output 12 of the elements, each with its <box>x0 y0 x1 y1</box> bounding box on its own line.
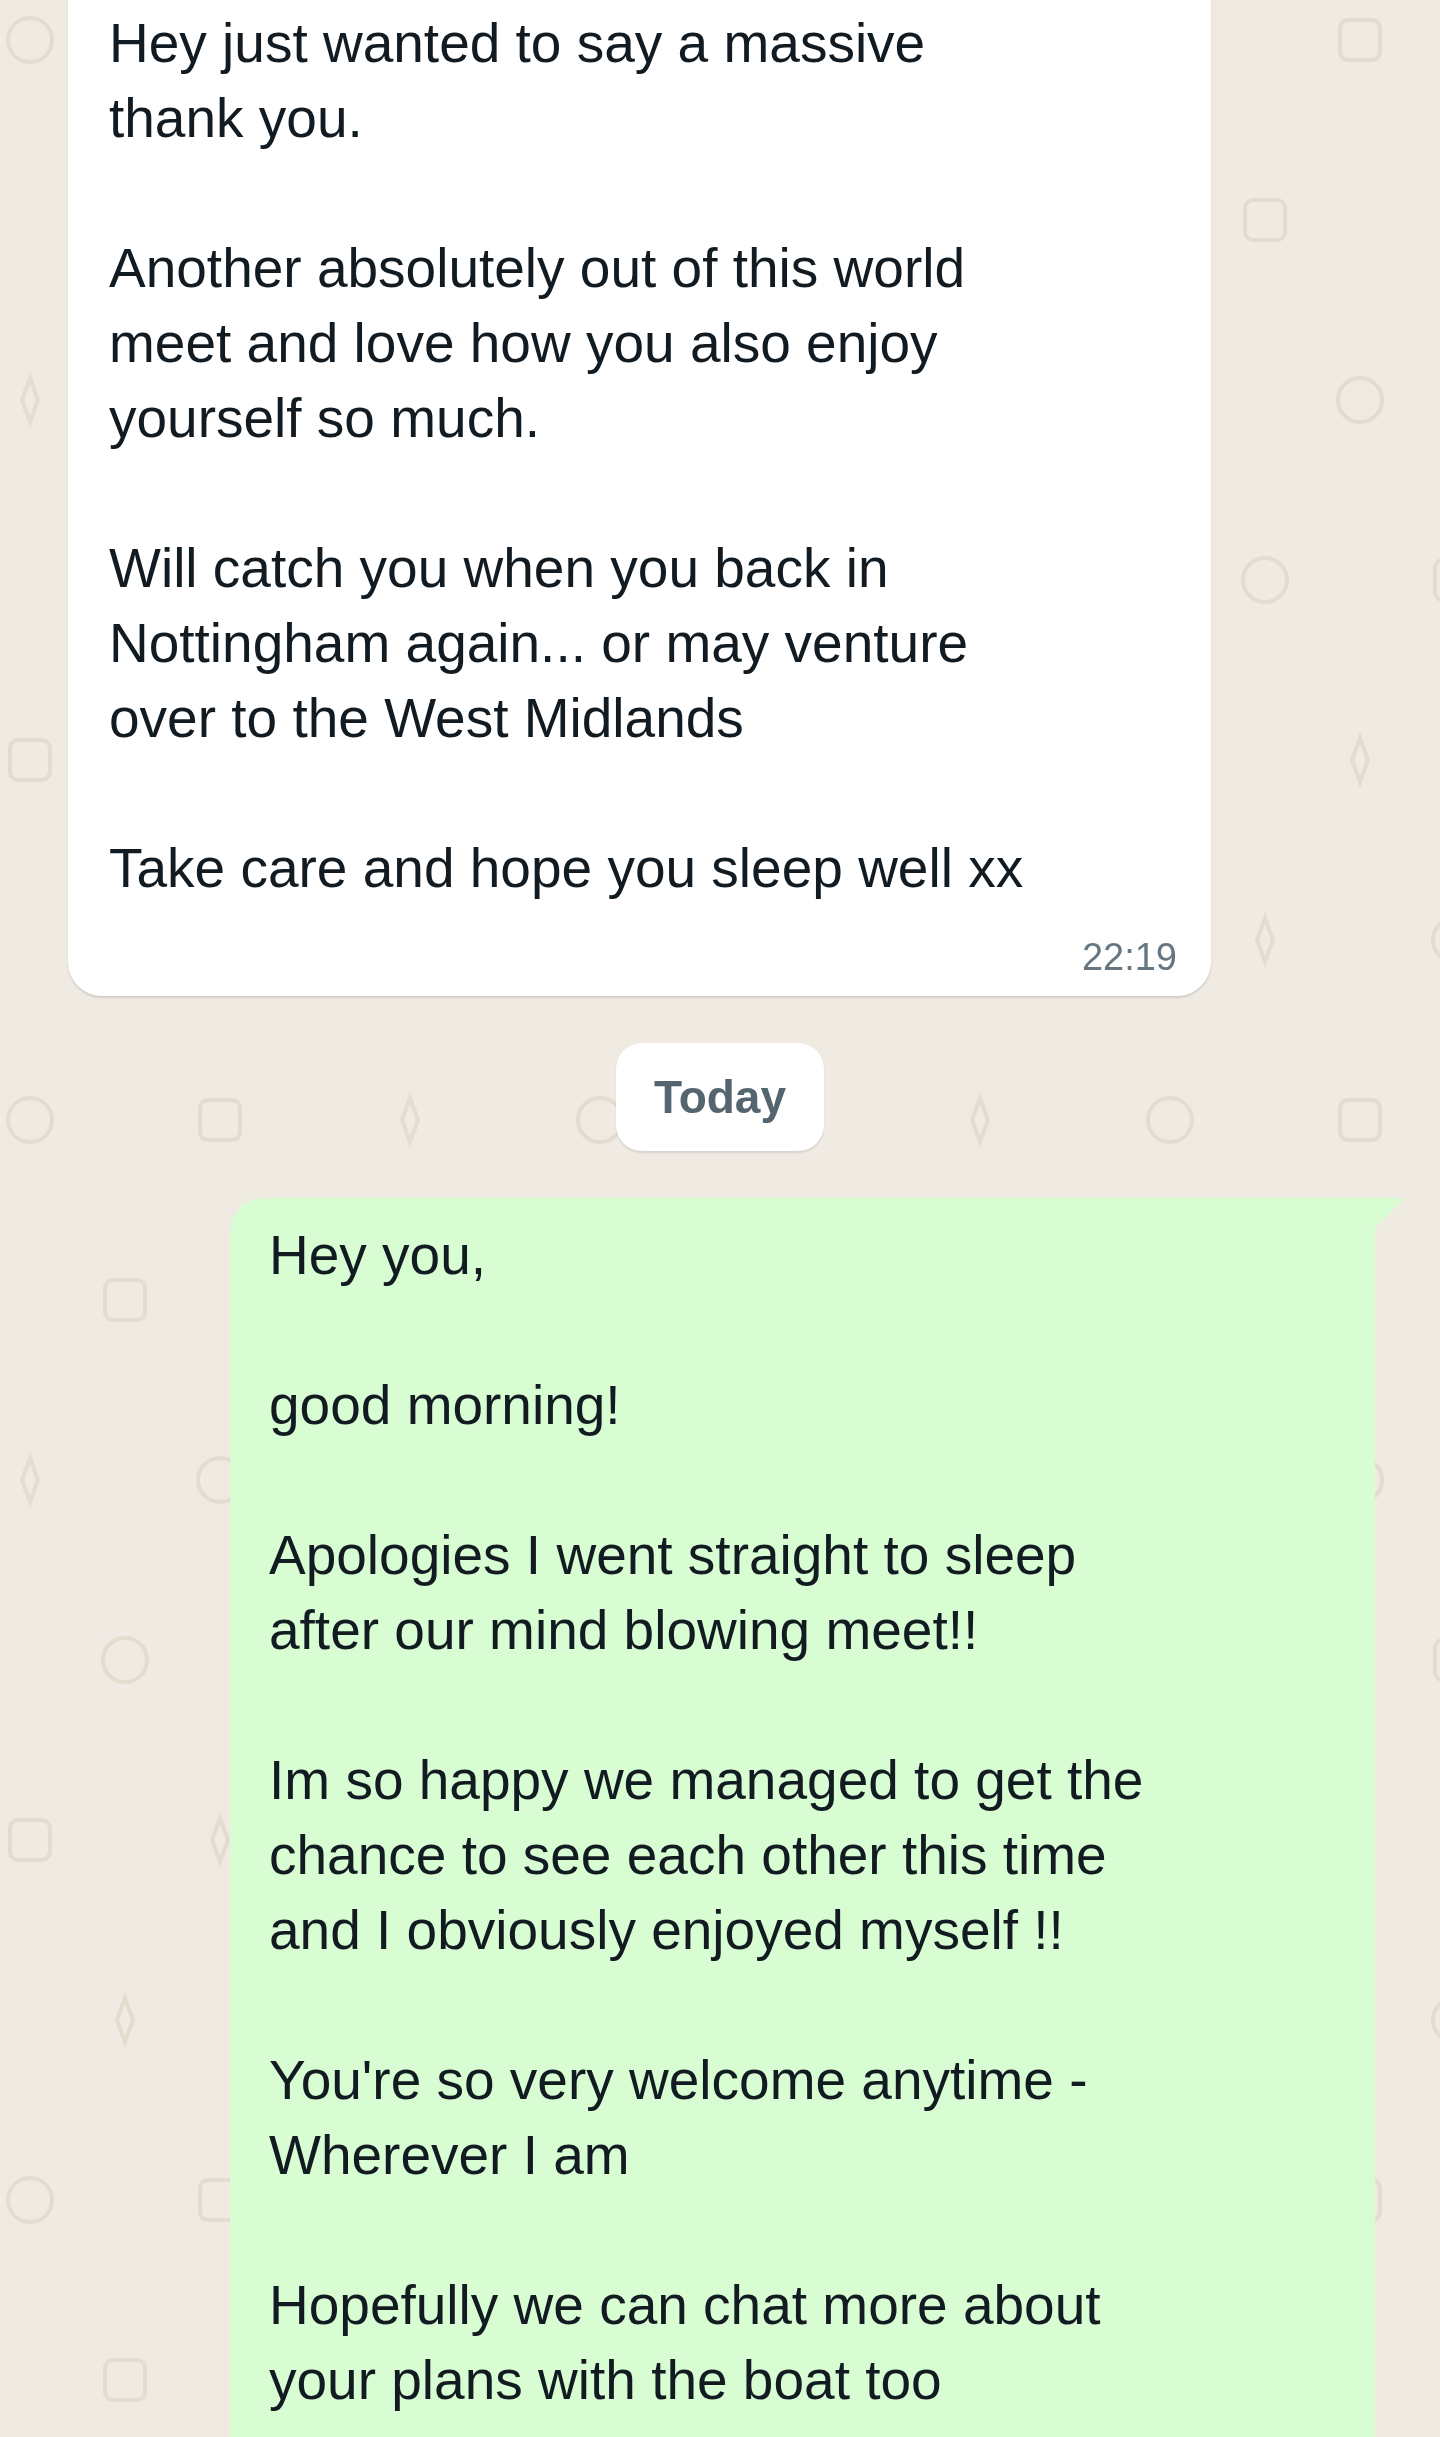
message-paragraph: Hey you, <box>269 1223 488 1288</box>
message-paragraph: You're so very welcome anytime - Wherever I am <box>269 2048 1089 2188</box>
message-paragraph: Apologies I went straight to sleep after our mind blowing meet!! <box>269 1523 1078 1663</box>
message-paragraph: Hey just wanted to say a massive thank you. <box>109 11 927 151</box>
message-paragraph: Im so happy we managed to get the chance to see each other this time and I obviously enjoyed myself !! <box>269 1748 1145 1963</box>
message-paragraph: good morning! <box>269 1373 622 1438</box>
message-paragraph: Hopefully we can chat more about your plans with the boat too <box>269 2273 1102 2413</box>
message-time: 22:19 <box>1081 935 1177 980</box>
date-chip: Today <box>615 1043 825 1151</box>
message-paragraph: Take care and hope you sleep well xx <box>109 836 1025 901</box>
message-paragraph: Will catch you when you back in Nottingham again... or may venture over to the West Midlands <box>109 536 970 751</box>
message-paragraph: Another absolutely out of this world meet and love how you also enjoy yourself so much. <box>109 236 967 451</box>
